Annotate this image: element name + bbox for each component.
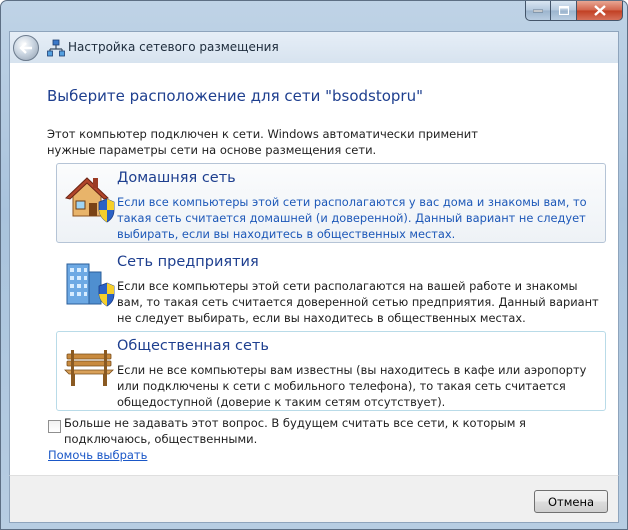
option-home-network[interactable]: Домашняя сеть Если все компьютеры этой с…: [56, 163, 606, 243]
minimize-icon: [533, 9, 543, 12]
option-public-network[interactable]: Общественная сеть Если не все компьютеры…: [56, 331, 606, 411]
option-description: Если все компьютеры этой сети располагаю…: [117, 279, 599, 325]
dont-ask-again-checkbox[interactable]: [48, 420, 61, 433]
dont-ask-again-label[interactable]: Больше не задавать этот вопрос. В будуще…: [64, 415, 534, 447]
minimize-button[interactable]: [525, 1, 551, 21]
button-bar: Отмена: [9, 475, 619, 523]
option-description: Если не все компьютеры вам известны (вы …: [117, 363, 587, 409]
option-work-network[interactable]: Сеть предприятия Если все компьютеры это…: [56, 247, 606, 327]
close-icon: [593, 5, 606, 16]
title-bar[interactable]: [1, 1, 628, 31]
help-choose-link[interactable]: Помочь выбрать: [48, 448, 147, 462]
close-button[interactable]: [577, 1, 623, 21]
maximize-button[interactable]: [551, 1, 577, 21]
cancel-button[interactable]: Отмена: [534, 490, 608, 513]
maximize-icon: [558, 6, 569, 15]
navigation-bar: Настройка сетевого размещения: [9, 31, 619, 63]
option-title: Общественная сеть: [117, 338, 269, 354]
option-title: Домашняя сеть: [117, 170, 236, 186]
window-frame: Настройка сетевого размещения Выберите р…: [0, 0, 628, 530]
main-content: Выберите расположение для сети "bsodstop…: [9, 63, 619, 475]
back-button[interactable]: [13, 35, 39, 61]
page-heading: Выберите расположение для сети "bsodstop…: [47, 87, 424, 105]
network-icon: [47, 39, 65, 57]
public-network-icon: [64, 350, 114, 386]
home-network-icon: [64, 177, 115, 223]
caption-buttons: [525, 1, 623, 21]
window-title: Настройка сетевого размещения: [68, 40, 279, 54]
option-description: Если все компьютеры этой сети располагаю…: [117, 195, 587, 241]
intro-text: Этот компьютер подключен к сети. Windows…: [47, 127, 478, 157]
work-network-icon: [66, 263, 115, 307]
option-title: Сеть предприятия: [117, 254, 259, 270]
back-arrow-icon: [19, 42, 32, 54]
